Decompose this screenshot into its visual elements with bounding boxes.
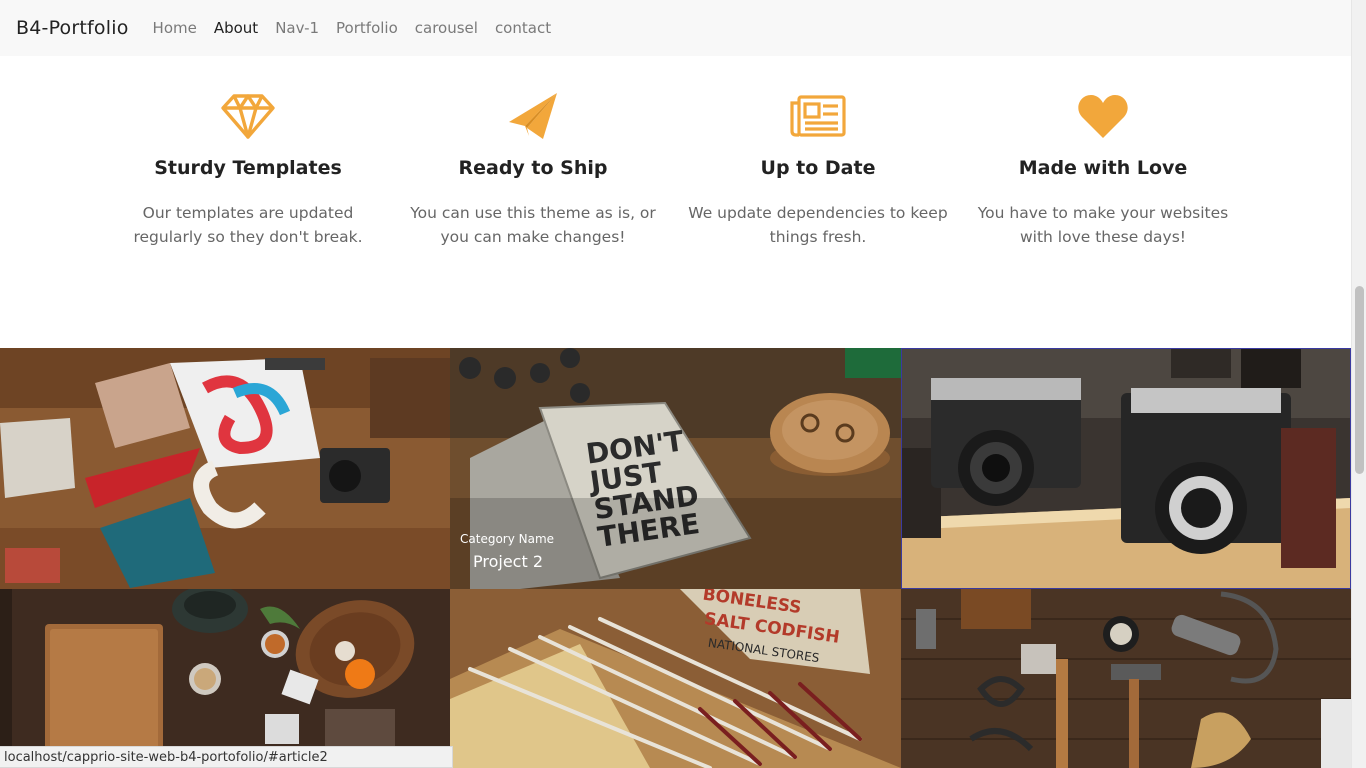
portfolio-item-6[interactable] [901,589,1351,768]
nav-link-about[interactable]: About [214,19,258,37]
newspaper-icon [688,92,948,144]
nav-link-portfolio[interactable]: Portfolio [336,19,398,37]
service-text: Our templates are updated regularly so t… [133,204,363,246]
services-section: Sturdy Templates Our templates are updat… [0,56,1351,348]
portfolio-item-2[interactable]: DON'T JUST STAND THERE Category Name Pro… [450,348,901,589]
navbar-brand[interactable]: B4-Portfolio [16,17,129,39]
portfolio-item-5[interactable]: BONELESS SALT CODFISH NATIONAL STORES [450,589,901,768]
service-title: Made with Love [1018,157,1188,179]
portfolio-item-4[interactable] [0,589,450,768]
navbar: B4-Portfolio Home About Nav-1 Portfolio … [0,0,1351,56]
service-item: Up to Date We update dependencies to kee… [688,92,948,249]
portfolio-image [901,348,1351,589]
nav-link-nav-1[interactable]: Nav-1 [275,19,319,37]
service-item: Sturdy Templates Our templates are updat… [118,92,378,249]
portfolio-image [901,589,1351,768]
portfolio-title: Project 2 [473,552,544,571]
portfolio-item-1[interactable] [0,348,450,589]
service-title: Up to Date [760,157,876,179]
scrollbar-thumb[interactable] [1355,286,1364,474]
nav-link-carousel[interactable]: carousel [415,19,478,37]
nav-link-home[interactable]: Home [153,19,197,37]
service-item: Made with Love You have to make your web… [973,92,1233,249]
status-bar-url: localhost/capprio-site-web-b4-portofolio… [0,746,453,768]
portfolio-item-3[interactable] [901,348,1351,589]
heart-icon [973,92,1233,144]
service-item: Ready to Ship You can use this theme as … [403,92,663,249]
scrollbar[interactable] [1351,0,1366,768]
service-text: We update dependencies to keep things fr… [688,204,948,246]
portfolio-image [0,589,450,768]
portfolio-category: Category Name [460,532,555,546]
portfolio-image: BONELESS SALT CODFISH NATIONAL STORES [450,589,901,768]
paper-plane-icon [403,92,663,144]
service-text: You have to make your websites with love… [977,204,1229,246]
service-title: Sturdy Templates [154,157,342,179]
nav-link-contact[interactable]: contact [495,19,551,37]
service-text: You can use this theme as is, or you can… [410,204,656,246]
portfolio-caption: Category Name Project 2 [450,348,901,589]
diamond-icon [118,92,378,144]
portfolio-grid: DON'T JUST STAND THERE Category Name Pro… [0,348,1351,768]
portfolio-image [0,348,450,589]
service-title: Ready to Ship [458,157,608,179]
